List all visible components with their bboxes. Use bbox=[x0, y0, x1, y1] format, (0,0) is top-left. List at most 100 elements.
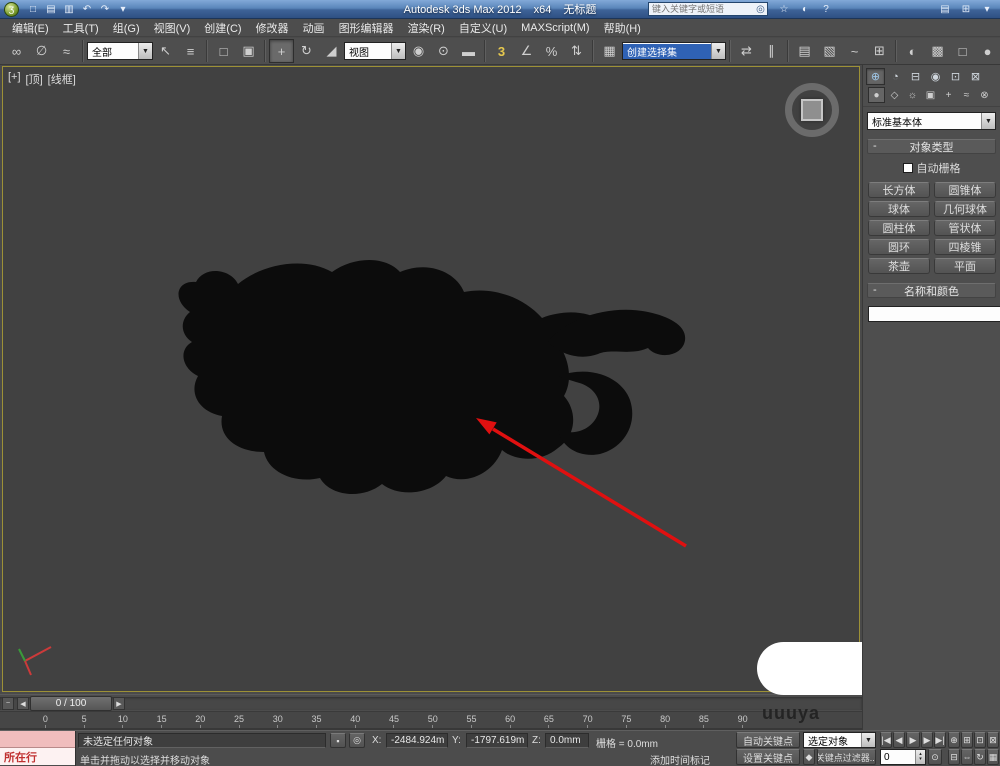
absolute-mode-icon[interactable]: ◎ bbox=[349, 733, 365, 748]
select-and-rotate-icon[interactable]: ↻ bbox=[294, 39, 319, 63]
dropdown-arrow-icon[interactable]: ▼ bbox=[981, 113, 995, 129]
graphite-modeling-icon[interactable]: ▧ bbox=[817, 39, 842, 63]
named-selection-sets-dropdown[interactable]: 创建选择集 ▼ bbox=[622, 42, 726, 60]
redo-icon[interactable]: ↷ bbox=[97, 2, 113, 17]
category-geometry-icon[interactable]: ● bbox=[868, 87, 885, 103]
pyramid-button[interactable]: 四棱锥 bbox=[934, 239, 996, 255]
angle-snap-icon[interactable]: ∠ bbox=[514, 39, 539, 63]
geometry-category-dropdown[interactable]: 标准基本体 ▼ bbox=[867, 112, 996, 130]
spinner-snap-icon[interactable]: ⇅ bbox=[564, 39, 589, 63]
add-time-tag[interactable]: 添加时间标记 bbox=[650, 752, 710, 766]
rendered-frame-window-icon[interactable]: □ bbox=[950, 39, 975, 63]
communication-center-icon[interactable]: ◐ bbox=[797, 2, 813, 17]
menu-help[interactable]: 帮助(H) bbox=[597, 20, 648, 36]
bind-to-space-warp-icon[interactable]: ≈ bbox=[54, 39, 79, 63]
category-space-warps-icon[interactable]: ≈ bbox=[958, 87, 975, 103]
selection-filter-dropdown[interactable]: 全部 ▼ bbox=[87, 42, 153, 60]
layout-icon[interactable]: ⊞ bbox=[958, 2, 974, 17]
align-icon[interactable]: ∥ bbox=[759, 39, 784, 63]
dropdown-arrow-icon[interactable]: ▼ bbox=[391, 43, 405, 59]
auto-key-button[interactable]: 自动关键点 bbox=[736, 732, 800, 748]
cone-button[interactable]: 圆锥体 bbox=[934, 182, 996, 198]
unlink-selection-icon[interactable]: ∅ bbox=[29, 39, 54, 63]
sphere-button[interactable]: 球体 bbox=[868, 201, 930, 217]
rollout-object-type[interactable]: - 对象类型 bbox=[867, 139, 996, 154]
box-button[interactable]: 长方体 bbox=[868, 182, 930, 198]
new-scene-icon[interactable]: □ bbox=[25, 2, 41, 17]
menu-graph-editors[interactable]: 图形编辑器 bbox=[332, 20, 401, 36]
set-key-icon[interactable]: ◆ bbox=[803, 749, 815, 765]
y-coordinate-field[interactable]: -1797.619m bbox=[466, 733, 528, 748]
time-slider-handle[interactable]: 0 / 100 bbox=[30, 696, 112, 711]
dropdown-arrow-icon[interactable]: ▼ bbox=[861, 733, 875, 747]
viewcube[interactable] bbox=[785, 83, 839, 137]
collapse-icon[interactable]: - bbox=[873, 140, 877, 152]
current-frame-field[interactable]: 0 ▴▾ bbox=[880, 749, 926, 765]
workspace-icon[interactable]: ▤ bbox=[937, 2, 953, 17]
rollout-name-color[interactable]: - 名称和颜色 bbox=[867, 283, 996, 298]
tab-motion-icon[interactable]: ◉ bbox=[926, 68, 945, 85]
torus-button[interactable]: 圆环 bbox=[868, 239, 930, 255]
previous-frame-icon[interactable]: ◀ bbox=[17, 697, 29, 710]
app-logo-icon[interactable]: ʒ bbox=[4, 2, 19, 17]
search-input[interactable] bbox=[649, 4, 754, 14]
tab-display-icon[interactable]: ⊡ bbox=[946, 68, 965, 85]
x-coordinate-field[interactable]: -2484.924m bbox=[386, 733, 448, 748]
select-and-move-icon[interactable]: + bbox=[269, 39, 294, 63]
set-key-button[interactable]: 设置关键点 bbox=[736, 749, 800, 765]
go-to-end-icon[interactable]: ▶| bbox=[934, 732, 946, 748]
zoom-extents-icon[interactable]: ⊡ bbox=[974, 732, 986, 748]
menu-modifiers[interactable]: 修改器 bbox=[249, 20, 296, 36]
material-editor-icon[interactable]: ◐ bbox=[900, 39, 925, 63]
track-bar[interactable]: 0 5 10 15 20 25 30 35 40 45 50 55 60 65 … bbox=[0, 711, 862, 730]
menu-views[interactable]: 视图(V) bbox=[147, 20, 198, 36]
use-pivot-center-icon[interactable]: ◉ bbox=[406, 39, 431, 63]
next-frame-button-icon[interactable]: ▶ bbox=[921, 732, 933, 748]
autogrid-checkbox[interactable] bbox=[903, 163, 913, 173]
viewcube-face[interactable] bbox=[801, 99, 823, 121]
category-cameras-icon[interactable]: ▣ bbox=[922, 87, 939, 103]
key-filters-button[interactable]: 关键点过滤器... bbox=[817, 749, 876, 765]
category-shapes-icon[interactable]: ◇ bbox=[886, 87, 903, 103]
zoom-extents-all-icon[interactable]: ⊠ bbox=[987, 732, 999, 748]
menu-rendering[interactable]: 渲染(R) bbox=[401, 20, 452, 36]
geosphere-button[interactable]: 几何球体 bbox=[934, 201, 996, 217]
curve-editor-icon[interactable]: ~ bbox=[842, 39, 867, 63]
favorites-icon[interactable]: ☆ bbox=[776, 2, 792, 17]
zoom-icon[interactable]: ⊕ bbox=[948, 732, 960, 748]
save-file-icon[interactable]: ▥ bbox=[61, 2, 77, 17]
open-file-icon[interactable]: ▤ bbox=[43, 2, 59, 17]
tab-modify-icon[interactable]: ◔ bbox=[886, 68, 905, 85]
mirror-icon[interactable]: ⇄ bbox=[734, 39, 759, 63]
select-and-scale-icon[interactable]: ◢ bbox=[319, 39, 344, 63]
category-systems-icon[interactable]: ⊗ bbox=[976, 87, 993, 103]
render-setup-icon[interactable]: ▩ bbox=[925, 39, 950, 63]
schematic-view-icon[interactable]: ⊞ bbox=[867, 39, 892, 63]
plane-button[interactable]: 平面 bbox=[934, 258, 996, 274]
tab-create-icon[interactable]: ⊕ bbox=[866, 68, 885, 85]
render-production-icon[interactable]: ● bbox=[975, 39, 1000, 63]
collapse-icon[interactable]: - bbox=[873, 284, 877, 296]
maxscript-mini-listener[interactable]: 所在行 bbox=[0, 731, 76, 766]
search-icon[interactable]: ◎ bbox=[754, 2, 767, 17]
help-icon[interactable]: ? bbox=[818, 2, 834, 17]
tab-utilities-icon[interactable]: ⊠ bbox=[966, 68, 985, 85]
menu-create[interactable]: 创建(C) bbox=[197, 20, 248, 36]
category-helpers-icon[interactable]: + bbox=[940, 87, 957, 103]
viewport-shading-menu[interactable]: [线框] bbox=[48, 71, 76, 87]
frame-spinner[interactable]: ▴▾ bbox=[915, 750, 925, 764]
play-icon[interactable]: ▶ bbox=[906, 732, 920, 748]
dropdown-arrow-icon[interactable]: ▼ bbox=[711, 43, 725, 59]
tube-button[interactable]: 管状体 bbox=[934, 220, 996, 236]
layer-manager-icon[interactable]: ▤ bbox=[792, 39, 817, 63]
percent-snap-icon[interactable]: % bbox=[539, 39, 564, 63]
z-coordinate-field[interactable]: 0.0mm bbox=[545, 733, 589, 748]
select-by-name-icon[interactable]: ≡ bbox=[178, 39, 203, 63]
menu-customize[interactable]: 自定义(U) bbox=[452, 20, 514, 36]
menu-edit[interactable]: 编辑(E) bbox=[5, 20, 56, 36]
undo-icon[interactable]: ↶ bbox=[79, 2, 95, 17]
snap-toggle-3d-icon[interactable]: 3 bbox=[489, 39, 514, 63]
edit-named-selection-sets-icon[interactable]: ▦ bbox=[597, 39, 622, 63]
pan-icon[interactable]: ⇔ bbox=[961, 749, 973, 765]
viewport-top-wireframe[interactable]: [+] [顶] [线框] bbox=[2, 66, 860, 692]
